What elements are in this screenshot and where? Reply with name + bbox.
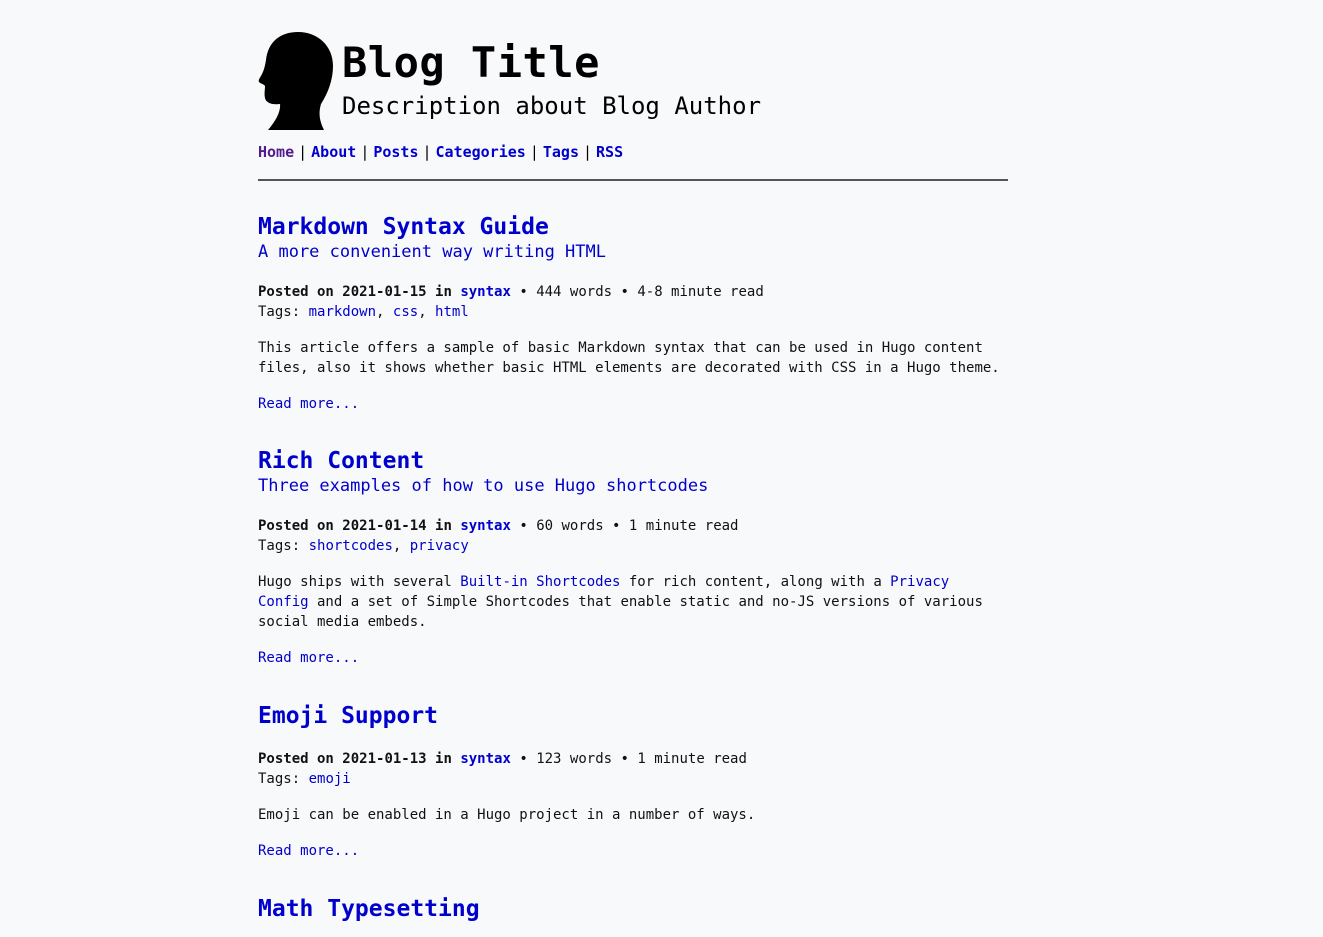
post-tags: Tags: emoji xyxy=(258,769,1008,789)
category-link[interactable]: syntax xyxy=(460,518,511,534)
post-item: Math Typesetting xyxy=(258,896,1008,922)
post-excerpt: Hugo ships with several Built-in Shortco… xyxy=(258,572,1008,632)
tag-link[interactable]: emoji xyxy=(309,771,351,787)
tag-link[interactable]: privacy xyxy=(410,538,469,554)
posted-label: Posted on xyxy=(258,518,334,534)
post-stats: • 60 words • 1 minute read xyxy=(519,518,739,534)
post-meta: Posted on 2021-01-13 in syntax • 123 wor… xyxy=(258,749,1008,769)
nav-separator: | xyxy=(360,143,370,161)
post-date: 2021-01-15 xyxy=(342,284,427,300)
tag-link[interactable]: shortcodes xyxy=(309,538,393,554)
in-label: in xyxy=(435,751,452,767)
excerpt-text: Hugo ships with several xyxy=(258,574,461,590)
post-meta: Posted on 2021-01-14 in syntax • 60 word… xyxy=(258,516,1008,536)
header-divider xyxy=(258,179,1008,181)
post-date: 2021-01-14 xyxy=(342,518,427,534)
post-date: 2021-01-13 xyxy=(342,751,427,767)
blog-description: Description about Blog Author xyxy=(342,92,762,120)
nav-tags[interactable]: Tags xyxy=(543,143,579,161)
post-title-link[interactable]: Markdown Syntax Guide xyxy=(258,214,549,240)
excerpt-text: and a set of Simple Shortcodes that enab… xyxy=(258,594,983,630)
posted-label: Posted on xyxy=(258,284,334,300)
site-header: Blog Title Description about Blog Author… xyxy=(258,0,1008,181)
main-nav: Home | About | Posts | Categories | Tags | RSS xyxy=(258,143,623,161)
read-more-link[interactable]: Read more... xyxy=(258,841,359,861)
post-stats: • 444 words • 4-8 minute read xyxy=(519,284,764,300)
post-title-link[interactable]: Math Typesetting xyxy=(258,896,480,922)
nav-home[interactable]: Home xyxy=(258,143,294,161)
post-subtitle: Three examples of how to use Hugo shortc… xyxy=(258,476,709,496)
post-item: Emoji Support Posted on 2021-01-13 in sy… xyxy=(258,703,1008,861)
post-excerpt: Emoji can be enabled in a Hugo project i… xyxy=(258,807,756,823)
tags-label: Tags: xyxy=(258,304,301,320)
nav-separator: | xyxy=(583,143,593,161)
in-label: in xyxy=(435,284,452,300)
read-more-link[interactable]: Read more... xyxy=(258,394,359,414)
tags-label: Tags: xyxy=(258,771,301,787)
post-excerpt: This article offers a sample of basic Ma… xyxy=(258,340,1000,376)
nav-separator: | xyxy=(529,143,539,161)
nav-rss[interactable]: RSS xyxy=(596,143,623,161)
builtin-shortcodes-link[interactable]: Built-in Shortcodes xyxy=(460,574,620,590)
post-tags: Tags: shortcodes, privacy xyxy=(258,538,469,554)
posted-label: Posted on xyxy=(258,751,334,767)
post-item: Rich Content Three examples of how to us… xyxy=(258,448,1008,668)
post-item: Markdown Syntax Guide A more convenient … xyxy=(258,214,1008,414)
head-silhouette-icon[interactable] xyxy=(258,30,334,130)
excerpt-text: for rich content, along with a xyxy=(620,574,891,590)
page-container: Blog Title Description about Blog Author… xyxy=(258,0,1008,922)
tag-link[interactable]: css xyxy=(393,304,418,320)
post-tags: Tags: markdown, css, html xyxy=(258,304,469,320)
post-title-link[interactable]: Rich Content xyxy=(258,448,424,474)
tag-link[interactable]: html xyxy=(435,304,469,320)
post-stats: • 123 words • 1 minute read xyxy=(519,751,747,767)
category-link[interactable]: syntax xyxy=(460,284,511,300)
nav-separator: | xyxy=(422,143,432,161)
in-label: in xyxy=(435,518,452,534)
nav-about[interactable]: About xyxy=(311,143,356,161)
nav-separator: | xyxy=(298,143,308,161)
blog-title[interactable]: Blog Title xyxy=(342,38,600,87)
read-more-link[interactable]: Read more... xyxy=(258,648,359,668)
category-link[interactable]: syntax xyxy=(460,751,511,767)
post-title-link[interactable]: Emoji Support xyxy=(258,703,438,729)
post-subtitle: A more convenient way writing HTML xyxy=(258,242,606,262)
nav-posts[interactable]: Posts xyxy=(373,143,418,161)
tag-link[interactable]: markdown xyxy=(309,304,376,320)
nav-categories[interactable]: Categories xyxy=(436,143,526,161)
tags-label: Tags: xyxy=(258,538,301,554)
post-meta: Posted on 2021-01-15 in syntax • 444 wor… xyxy=(258,282,1008,302)
